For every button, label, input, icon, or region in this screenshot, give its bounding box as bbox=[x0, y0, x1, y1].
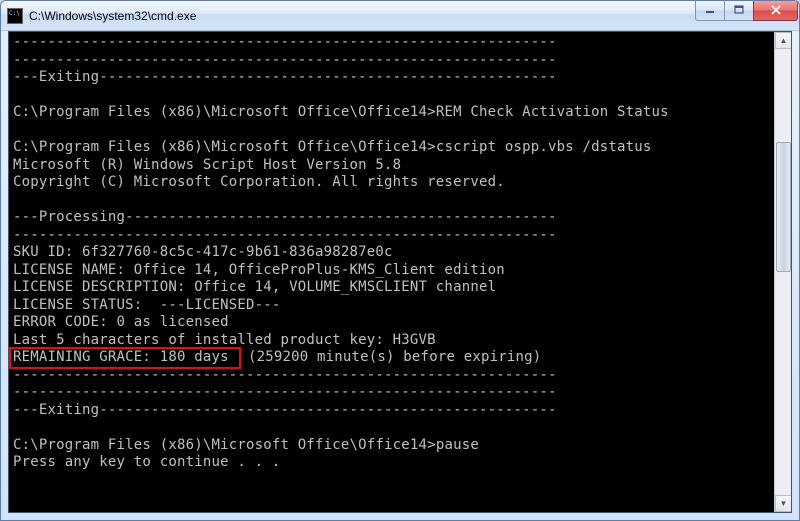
output-line: ---Exiting------------------------------… bbox=[13, 402, 557, 418]
output-line: (259200 minute(s) before expiring) bbox=[239, 349, 541, 365]
window-title: C:\Windows\system32\cmd.exe bbox=[29, 9, 695, 23]
output-line: LICENSE NAME: Office 14, OfficeProPlus-K… bbox=[13, 262, 505, 278]
scroll-up-button[interactable]: ▲ bbox=[775, 32, 792, 49]
output-line: Press any key to continue . . . bbox=[13, 454, 281, 470]
output-prompt: C:\Program Files (x86)\Microsoft Office\… bbox=[13, 437, 436, 453]
output-line: SKU ID: 6f327760-8c5c-417c-9b61-836a9828… bbox=[13, 244, 393, 260]
scroll-down-button[interactable]: ▼ bbox=[775, 495, 792, 512]
close-button[interactable] bbox=[753, 1, 798, 21]
cmd-window: C:\Windows\system32\cmd.exe ------------… bbox=[0, 0, 800, 521]
titlebar[interactable]: C:\Windows\system32\cmd.exe bbox=[1, 1, 799, 31]
output-cmd: cscript ospp.vbs /dstatus bbox=[436, 139, 652, 155]
minimize-icon bbox=[705, 5, 715, 15]
close-icon bbox=[770, 5, 782, 15]
window-buttons bbox=[695, 1, 798, 21]
scroll-thumb[interactable] bbox=[776, 142, 791, 272]
output-line: ERROR CODE: 0 as licensed bbox=[13, 314, 229, 330]
cmd-icon bbox=[7, 8, 23, 24]
console-output[interactable]: ----------------------------------------… bbox=[9, 32, 774, 512]
grace-highlight: REMAINING GRACE: 180 days bbox=[11, 349, 239, 367]
output-line: Copyright (C) Microsoft Corporation. All… bbox=[13, 174, 505, 190]
console-area: ----------------------------------------… bbox=[8, 31, 792, 513]
maximize-icon bbox=[734, 5, 744, 15]
output-cmd: pause bbox=[436, 437, 479, 453]
output-line: ---Exiting------------------------------… bbox=[13, 69, 557, 85]
output-line: Microsoft (R) Windows Script Host Versio… bbox=[13, 157, 401, 173]
output-cmd: REM Check Activation Status bbox=[436, 104, 669, 120]
minimize-button[interactable] bbox=[695, 1, 724, 21]
output-prompt: C:\Program Files (x86)\Microsoft Office\… bbox=[13, 139, 436, 155]
output-line: LICENSE DESCRIPTION: Office 14, VOLUME_K… bbox=[13, 279, 496, 295]
output-line: Last 5 characters of installed product k… bbox=[13, 332, 436, 348]
output-line: ----------------------------------------… bbox=[13, 384, 557, 400]
output-line: ----------------------------------------… bbox=[13, 367, 557, 383]
output-line: ----------------------------------------… bbox=[13, 52, 557, 68]
output-line: LICENSE STATUS: ---LICENSED--- bbox=[13, 297, 281, 313]
vertical-scrollbar[interactable]: ▲ ▼ bbox=[774, 32, 791, 512]
maximize-button[interactable] bbox=[724, 1, 753, 21]
output-line: ----------------------------------------… bbox=[13, 34, 557, 50]
output-prompt: C:\Program Files (x86)\Microsoft Office\… bbox=[13, 104, 436, 120]
output-line: ----------------------------------------… bbox=[13, 227, 557, 243]
output-line: ---Processing---------------------------… bbox=[13, 209, 557, 225]
